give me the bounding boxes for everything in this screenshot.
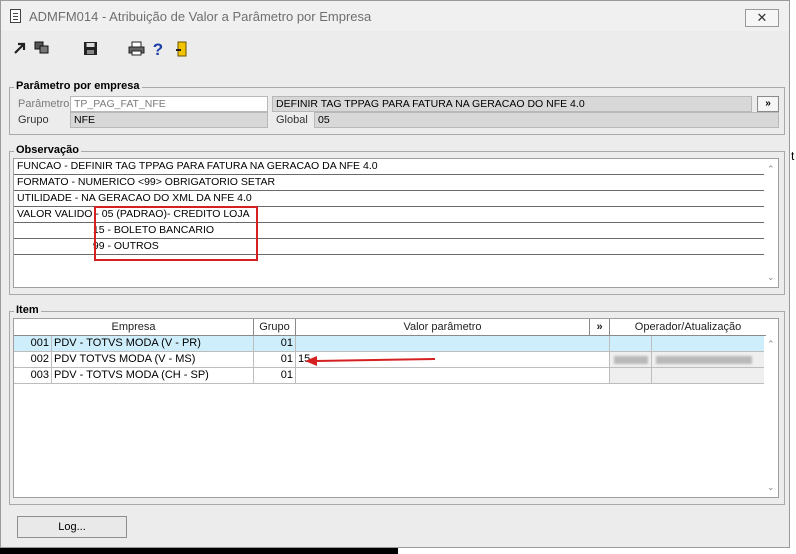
row-atualizacao	[652, 368, 766, 384]
scroll-up-icon[interactable]: ⌃	[767, 340, 775, 349]
exit-icon[interactable]	[173, 41, 191, 59]
row-grupo: 01	[254, 336, 296, 352]
annotation-arrow	[305, 356, 436, 366]
column-header-valor[interactable]: Valor parâmetro	[296, 319, 590, 336]
observacao-line: FORMATO - NUMERICO <99> OBRIGATORIO SETA…	[14, 175, 766, 191]
column-header-empresa[interactable]: Empresa	[14, 319, 254, 336]
row-atualizacao	[652, 352, 766, 368]
row-operador	[610, 368, 652, 384]
observacao-group-title: Observação	[14, 144, 81, 156]
row-grupo: 01	[254, 368, 296, 384]
row-operador	[610, 352, 652, 368]
observacao-scrollbar[interactable]: ⌃ ⌄	[764, 159, 778, 287]
row-code: 003	[14, 368, 52, 384]
observacao-line: UTILIDADE - NA GERACAO DO XML DA NFE 4.0	[14, 191, 766, 207]
background-edge	[0, 548, 398, 554]
scroll-down-icon[interactable]: ⌄	[767, 483, 775, 492]
window-title: ADMFM014 - Atribuição de Valor a Parâmet…	[29, 9, 372, 24]
grupo-label: Grupo	[18, 114, 49, 126]
row-operador	[610, 336, 652, 352]
copy-icon[interactable]	[33, 41, 51, 59]
annotation-highlight-box	[94, 206, 258, 261]
item-grid[interactable]: Empresa Grupo Valor parâmetro » Operador…	[13, 318, 779, 498]
row-valor[interactable]	[296, 336, 610, 352]
row-valor[interactable]	[296, 368, 610, 384]
parametro-group-title: Parâmetro por empresa	[14, 80, 142, 92]
toolbar: ?	[1, 31, 789, 71]
row-code: 002	[14, 352, 52, 368]
redacted-operador	[614, 356, 648, 364]
observacao-line: FUNCAO - DEFINIR TAG TPPAG PARA FATURA N…	[14, 159, 766, 175]
background-text: t	[791, 149, 795, 163]
redacted-atualizacao	[656, 356, 752, 364]
save-icon[interactable]	[81, 41, 99, 59]
row-atualizacao	[652, 336, 766, 352]
log-button[interactable]: Log...	[17, 516, 127, 538]
global-label: Global	[276, 114, 308, 126]
parametro-more-button[interactable]: »	[757, 96, 779, 112]
parametro-description-field: DEFINIR TAG TPPAG PARA FATURA NA GERACAO…	[272, 96, 752, 112]
parametro-field[interactable]: TP_PAG_FAT_NFE	[70, 96, 268, 112]
global-field: 05	[314, 112, 779, 128]
help-icon[interactable]: ?	[149, 41, 167, 59]
row-code: 001	[14, 336, 52, 352]
parametro-label: Parâmetro	[18, 98, 70, 110]
close-button[interactable]: ✕	[745, 9, 779, 27]
valor-more-button[interactable]: »	[590, 319, 610, 336]
item-grid-scrollbar[interactable]: ⌃ ⌄	[764, 336, 778, 497]
title-bar: ADMFM014 - Atribuição de Valor a Parâmet…	[1, 1, 789, 31]
row-grupo: 01	[254, 352, 296, 368]
column-header-operador[interactable]: Operador/Atualização	[610, 319, 766, 336]
column-header-grupo[interactable]: Grupo	[254, 319, 296, 336]
scroll-up-icon[interactable]: ⌃	[767, 165, 775, 174]
arrow-icon[interactable]	[11, 41, 29, 59]
row-empresa: PDV - TOTVS MODA (CH - SP)	[52, 368, 254, 384]
print-icon[interactable]	[127, 41, 145, 59]
row-empresa: PDV TOTVS MODA (V - MS)	[52, 352, 254, 368]
document-icon	[10, 9, 21, 23]
item-group-title: Item	[14, 304, 41, 316]
scroll-down-icon[interactable]: ⌄	[767, 273, 775, 282]
main-window: ADMFM014 - Atribuição de Valor a Parâmet…	[0, 0, 790, 548]
row-empresa: PDV - TOTVS MODA (V - PR)	[52, 336, 254, 352]
grupo-field: NFE	[70, 112, 268, 128]
